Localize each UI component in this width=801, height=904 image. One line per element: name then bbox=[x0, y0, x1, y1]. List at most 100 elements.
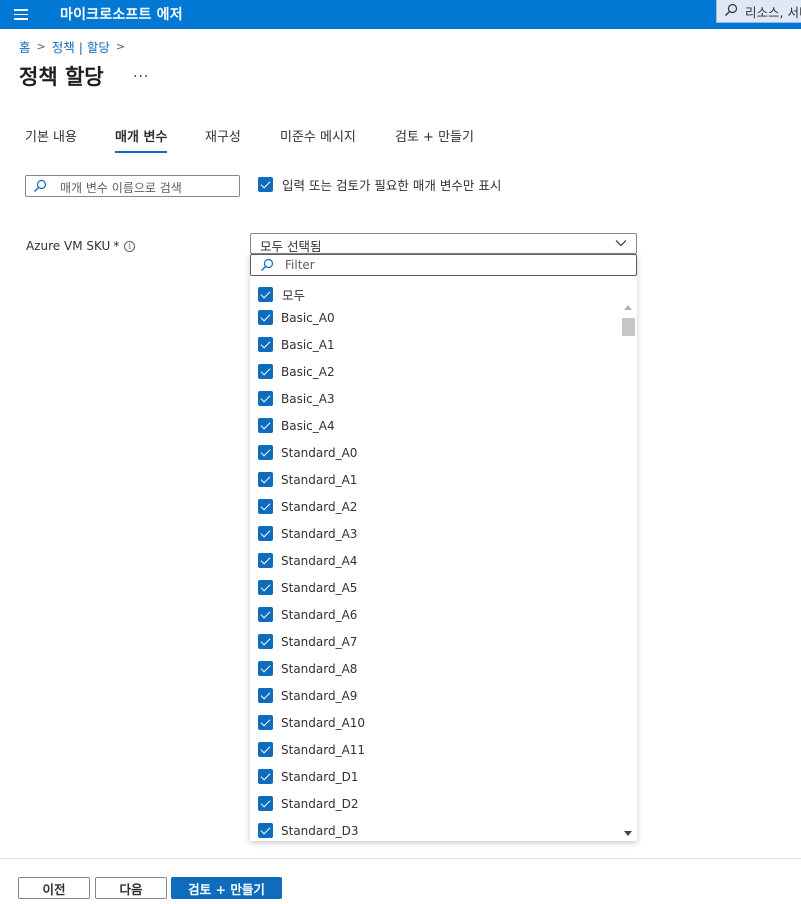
sku-option-label: Standard_A0 bbox=[281, 445, 358, 460]
checkbox-checked-icon[interactable] bbox=[258, 553, 273, 568]
portal-brand[interactable]: 마이크로소프트 에저 bbox=[60, 4, 183, 24]
sku-option-label: Standard_A7 bbox=[281, 634, 358, 649]
only-required-label: 입력 또는 검토가 필요한 매개 변수만 표시 bbox=[282, 178, 502, 193]
search-icon bbox=[34, 179, 47, 192]
checkbox-checked-icon[interactable] bbox=[258, 418, 273, 433]
checkbox-checked-icon[interactable] bbox=[258, 472, 273, 487]
option-list-scrollbar[interactable] bbox=[620, 302, 637, 841]
sku-option-list: Basic_A0 Basic_A1 Basic_A2 Basic_A3 Basic_A4… bbox=[250, 302, 620, 841]
sku-option[interactable]: Standard_A9 bbox=[258, 688, 357, 703]
checkbox-checked-icon[interactable] bbox=[258, 364, 273, 379]
checkbox-checked-icon[interactable] bbox=[258, 499, 273, 514]
sku-option-label: Basic_A3 bbox=[281, 391, 335, 406]
next-button[interactable]: 다음 bbox=[95, 877, 167, 899]
sku-option[interactable]: Basic_A0 bbox=[258, 310, 335, 325]
sku-option-label: Standard_A4 bbox=[281, 553, 358, 568]
checkbox-checked-icon[interactable] bbox=[258, 688, 273, 703]
only-required-checkbox-row[interactable]: 입력 또는 검토가 필요한 매개 변수만 표시 bbox=[258, 175, 501, 194]
dropdown-panel: Filter 모두 Basic_A0 Basic_A1 Basic_A2 Basic_… bbox=[250, 254, 637, 841]
sku-option[interactable]: Standard_A8 bbox=[258, 661, 357, 676]
tab-review-create[interactable]: 검토 + 만들기 bbox=[395, 126, 474, 151]
info-icon[interactable]: i bbox=[124, 240, 136, 252]
breadcrumb-chevron-icon: > bbox=[36, 40, 46, 53]
hamburger-menu-icon[interactable] bbox=[12, 6, 30, 22]
review-create-button[interactable]: 검토 + 만들기 bbox=[171, 877, 282, 899]
checkbox-checked-icon[interactable] bbox=[258, 526, 273, 541]
sku-option[interactable]: Basic_A3 bbox=[258, 391, 335, 406]
sku-option[interactable]: Standard_A0 bbox=[258, 445, 357, 460]
sku-option[interactable]: Standard_A4 bbox=[258, 553, 357, 568]
sku-option-label: Standard_D1 bbox=[281, 769, 359, 784]
sku-option[interactable]: Standard_A11 bbox=[258, 742, 365, 757]
breadcrumb: 홈 > 정책 | 할당 > bbox=[19, 37, 131, 56]
sku-option[interactable]: Standard_A10 bbox=[258, 715, 365, 730]
dropdown-filter-input[interactable]: Filter bbox=[250, 254, 637, 276]
scroll-up-arrow-icon[interactable] bbox=[624, 305, 632, 310]
footer-divider bbox=[0, 858, 801, 859]
sku-option[interactable]: Basic_A2 bbox=[258, 364, 335, 379]
checkbox-checked-icon[interactable] bbox=[258, 580, 273, 595]
checkbox-checked-icon[interactable] bbox=[258, 607, 273, 622]
parameter-search-input[interactable]: 매개 변수 이름으로 검색 bbox=[25, 175, 240, 197]
sku-option-label: Basic_A4 bbox=[281, 418, 335, 433]
sku-option[interactable]: Standard_D2 bbox=[258, 796, 358, 811]
azure-vm-sku-dropdown[interactable]: 모두 선택됨 bbox=[250, 233, 637, 254]
checkbox-checked-icon[interactable] bbox=[258, 287, 273, 302]
field-label-text: Azure VM SKU bbox=[26, 239, 111, 253]
sku-option[interactable]: Standard_A6 bbox=[258, 607, 357, 622]
parameter-search-placeholder: 매개 변수 이름으로 검색 bbox=[60, 181, 182, 195]
sku-option[interactable]: Standard_D1 bbox=[258, 769, 358, 784]
azure-vm-sku-label: Azure VM SKU * i bbox=[26, 239, 136, 253]
breadcrumb-chevron-icon: > bbox=[115, 40, 126, 53]
checkbox-checked-icon[interactable] bbox=[258, 634, 273, 649]
sku-option[interactable]: Standard_A3 bbox=[258, 526, 357, 541]
sku-option-label: Standard_A8 bbox=[281, 661, 358, 676]
breadcrumb-policy[interactable]: 정책 | 할당 bbox=[52, 37, 110, 56]
search-icon bbox=[261, 258, 274, 271]
dropdown-filter-placeholder: Filter bbox=[285, 258, 315, 272]
tab-basics[interactable]: 기본 내용 bbox=[25, 126, 77, 151]
sku-option[interactable]: Standard_A2 bbox=[258, 499, 357, 514]
sku-option-label: Basic_A0 bbox=[281, 310, 335, 325]
sku-option-label: Standard_A6 bbox=[281, 607, 358, 622]
sku-option-label: Standard_A9 bbox=[281, 688, 358, 703]
tab-non-compliance-messages[interactable]: 미준수 메시지 bbox=[280, 126, 356, 151]
dropdown-selected-value: 모두 선택됨 bbox=[260, 239, 322, 254]
checkbox-checked-icon[interactable] bbox=[258, 823, 273, 838]
checkbox-checked-icon[interactable] bbox=[258, 337, 273, 352]
tab-remediation[interactable]: 재구성 bbox=[205, 126, 241, 151]
sku-option[interactable]: Basic_A1 bbox=[258, 337, 335, 352]
more-options-icon[interactable]: ... bbox=[133, 65, 149, 81]
scroll-thumb[interactable] bbox=[622, 318, 635, 336]
sku-option[interactable]: Basic_A4 bbox=[258, 418, 335, 433]
checkbox-checked-icon[interactable] bbox=[258, 391, 273, 406]
checkbox-checked-icon[interactable] bbox=[258, 177, 273, 192]
sku-option-label: Standard_D3 bbox=[281, 823, 359, 838]
sku-option[interactable]: Standard_A5 bbox=[258, 580, 357, 595]
checkbox-checked-icon[interactable] bbox=[258, 445, 273, 460]
sku-option[interactable]: Standard_D3 bbox=[258, 823, 358, 838]
sku-option-label: Standard_D2 bbox=[281, 796, 359, 811]
tab-parameters[interactable]: 매개 변수 bbox=[115, 126, 168, 153]
sku-option[interactable]: Standard_A1 bbox=[258, 472, 357, 487]
previous-button[interactable]: 이전 bbox=[18, 877, 90, 899]
checkbox-checked-icon[interactable] bbox=[258, 715, 273, 730]
checkbox-checked-icon[interactable] bbox=[258, 310, 273, 325]
search-icon bbox=[725, 3, 738, 16]
global-search-text: 리소스, 서비 bbox=[745, 5, 801, 20]
checkbox-checked-icon[interactable] bbox=[258, 796, 273, 811]
sku-option-label: Basic_A1 bbox=[281, 337, 335, 352]
sku-option[interactable]: Standard_A7 bbox=[258, 634, 357, 649]
checkbox-checked-icon[interactable] bbox=[258, 769, 273, 784]
breadcrumb-home[interactable]: 홈 bbox=[19, 37, 31, 56]
sku-option-label: Standard_A3 bbox=[281, 526, 358, 541]
scroll-down-arrow-icon[interactable] bbox=[624, 831, 632, 836]
chevron-down-icon bbox=[615, 240, 627, 247]
checkbox-checked-icon[interactable] bbox=[258, 661, 273, 676]
sku-option-label: Standard_A1 bbox=[281, 472, 358, 487]
required-marker: * bbox=[113, 239, 120, 253]
top-bar: 마이크로소프트 에저 리소스, 서비 bbox=[0, 0, 801, 29]
sku-option-label: Basic_A2 bbox=[281, 364, 335, 379]
checkbox-checked-icon[interactable] bbox=[258, 742, 273, 757]
global-search-input[interactable]: 리소스, 서비 bbox=[716, 0, 801, 23]
